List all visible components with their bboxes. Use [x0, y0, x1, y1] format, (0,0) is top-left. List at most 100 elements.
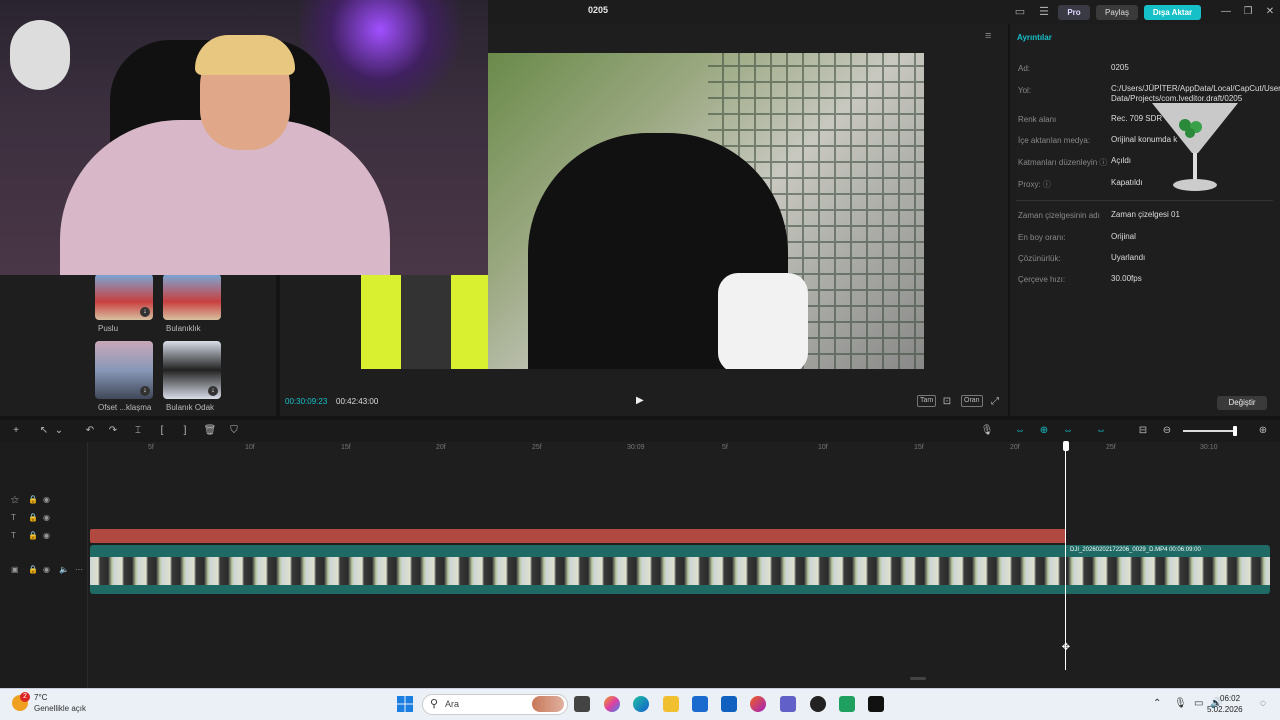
playhead-handle[interactable]: [1063, 441, 1069, 451]
lock-icon[interactable]: 🔒: [28, 531, 38, 540]
play-icon[interactable]: ▶: [636, 395, 648, 407]
outlook-icon[interactable]: [721, 696, 737, 712]
trim-left-icon[interactable]: [: [155, 424, 169, 438]
select-icon[interactable]: ↖: [37, 424, 51, 438]
snap-icon[interactable]: ⇔: [1061, 424, 1075, 438]
minimize-icon[interactable]: —: [1219, 5, 1233, 19]
full-button[interactable]: Tam: [917, 395, 937, 407]
zoom-slider-handle[interactable]: [1233, 426, 1237, 436]
ruler-tick: 20f: [436, 444, 446, 451]
chevron-up-icon[interactable]: ⌃: [1153, 698, 1161, 709]
copilot-icon[interactable]: [604, 696, 620, 712]
caption-icon[interactable]: ⊟: [1136, 424, 1150, 438]
detail-label: Katmanları düzenleyin ⓘ: [1018, 158, 1108, 167]
effect-label: Bulanık Odak: [166, 403, 215, 412]
eye-icon[interactable]: ◉: [43, 513, 50, 522]
eye-icon[interactable]: ◉: [43, 565, 50, 574]
ruler-tick: 5f: [148, 444, 154, 451]
firefox-icon[interactable]: [750, 696, 766, 712]
effect-thumb-ofset[interactable]: ↓: [95, 341, 153, 399]
detail-label: En boy oranı:: [1018, 233, 1066, 242]
clock-date[interactable]: 5.02.2026: [1207, 705, 1243, 714]
more-icon[interactable]: ⋯: [75, 565, 83, 574]
layout-icon[interactable]: ▭: [1012, 5, 1028, 19]
lock-icon[interactable]: 🔒: [28, 513, 38, 522]
eye-icon[interactable]: ◉: [43, 531, 50, 540]
display-icon[interactable]: ▭: [1194, 698, 1203, 709]
notepad-icon[interactable]: [839, 696, 855, 712]
trim-right-icon[interactable]: ]: [178, 424, 192, 438]
zoom-in-icon[interactable]: ⊕: [1256, 424, 1270, 438]
change-label: Değiştir: [1228, 398, 1256, 407]
windows-start-icon[interactable]: [397, 696, 413, 712]
weather-description[interactable]: Genellikle açık: [34, 704, 86, 713]
add-icon[interactable]: +: [9, 424, 23, 438]
maximize-icon[interactable]: ❐: [1241, 5, 1255, 19]
text-clip[interactable]: [90, 529, 1066, 543]
link-icon[interactable]: ⇔: [1013, 424, 1027, 438]
effect-track-icon: ⚝: [11, 495, 19, 504]
download-icon: ↓: [208, 386, 218, 396]
notification-badge: 2: [20, 692, 30, 702]
effect-thumb-bulaniklik[interactable]: [163, 274, 221, 320]
search-icon: ⚲: [430, 698, 439, 710]
pro-label: Pro: [1067, 8, 1081, 17]
ruler-tick: 25f: [1106, 444, 1116, 451]
search-highlight-icon[interactable]: [532, 696, 564, 712]
weather-temperature[interactable]: 7°C: [34, 693, 47, 702]
details-tab[interactable]: Ayrıntılar: [1017, 33, 1052, 42]
detail-value: 0205: [1111, 63, 1129, 72]
edge-icon[interactable]: [633, 696, 649, 712]
speaker-icon[interactable]: 🔈: [59, 565, 69, 574]
timeline-toolbar: [0, 420, 1280, 442]
pro-button[interactable]: Pro: [1058, 5, 1090, 20]
lock-icon[interactable]: 🔒: [28, 495, 38, 504]
store-icon[interactable]: [692, 696, 708, 712]
capcut-icon[interactable]: [868, 696, 884, 712]
teams-icon[interactable]: [780, 696, 796, 712]
ruler-tick: 30:09: [627, 444, 645, 451]
close-icon[interactable]: ✕: [1263, 5, 1277, 19]
horizontal-scrollbar[interactable]: [910, 677, 926, 680]
menu-icon[interactable]: ≡: [985, 30, 991, 42]
change-button[interactable]: Değiştir: [1217, 396, 1267, 410]
microphone-icon[interactable]: 🎙: [1174, 698, 1187, 709]
ratio-button[interactable]: Oran: [961, 395, 983, 407]
export-button[interactable]: Dışa Aktar: [1144, 5, 1201, 20]
split-icon[interactable]: ⌶: [131, 424, 145, 438]
detail-label: Proxy: ⓘ: [1018, 180, 1051, 189]
marker-icon[interactable]: ⛉: [227, 424, 241, 438]
microphone-icon[interactable]: 🎙: [980, 424, 994, 438]
undo-icon[interactable]: ↶: [83, 424, 97, 438]
lock-icon[interactable]: 🔒: [28, 565, 38, 574]
zoom-out-icon[interactable]: ⊖: [1160, 424, 1174, 438]
redo-icon[interactable]: ↷: [106, 424, 120, 438]
fullscreen-icon[interactable]: ⤢: [988, 395, 1002, 409]
magnet-icon[interactable]: ⊕: [1037, 424, 1051, 438]
file-explorer-icon[interactable]: [663, 696, 679, 712]
effect-thumb-bulanik-odak[interactable]: ↓: [163, 341, 221, 399]
obs-icon[interactable]: [810, 696, 826, 712]
ruler-tick: 10f: [245, 444, 255, 451]
current-timecode: 00:30:09:23: [285, 397, 328, 406]
ruler-tick: 30:10: [1200, 444, 1218, 451]
video-preview[interactable]: [488, 53, 924, 369]
delete-icon[interactable]: 🗑: [203, 424, 217, 438]
chevron-down-icon[interactable]: ⌄: [52, 424, 66, 438]
effect-label: Bulanıklık: [166, 324, 201, 333]
effect-thumb-puslu[interactable]: ↓: [95, 274, 153, 320]
task-view-icon[interactable]: [574, 696, 590, 712]
zoom-slider[interactable]: [1183, 430, 1237, 432]
share-button[interactable]: Paylaş: [1096, 5, 1138, 20]
preview-axis-icon[interactable]: ⇔: [1094, 424, 1108, 438]
notification-icon[interactable]: ◌: [1260, 698, 1266, 709]
detail-value: Zaman çizelgesi 01: [1111, 210, 1180, 219]
detail-label: Zaman çizelgesinin adı: [1018, 211, 1100, 220]
shortcuts-icon[interactable]: ☰: [1036, 5, 1052, 19]
ruler-tick: 10f: [818, 444, 828, 451]
playhead[interactable]: [1065, 444, 1066, 670]
ratio-label: Oran: [964, 397, 980, 404]
clock-time[interactable]: 06:02: [1220, 694, 1240, 703]
snapshot-icon[interactable]: ⊡: [940, 395, 954, 409]
eye-icon[interactable]: ◉: [43, 495, 50, 504]
